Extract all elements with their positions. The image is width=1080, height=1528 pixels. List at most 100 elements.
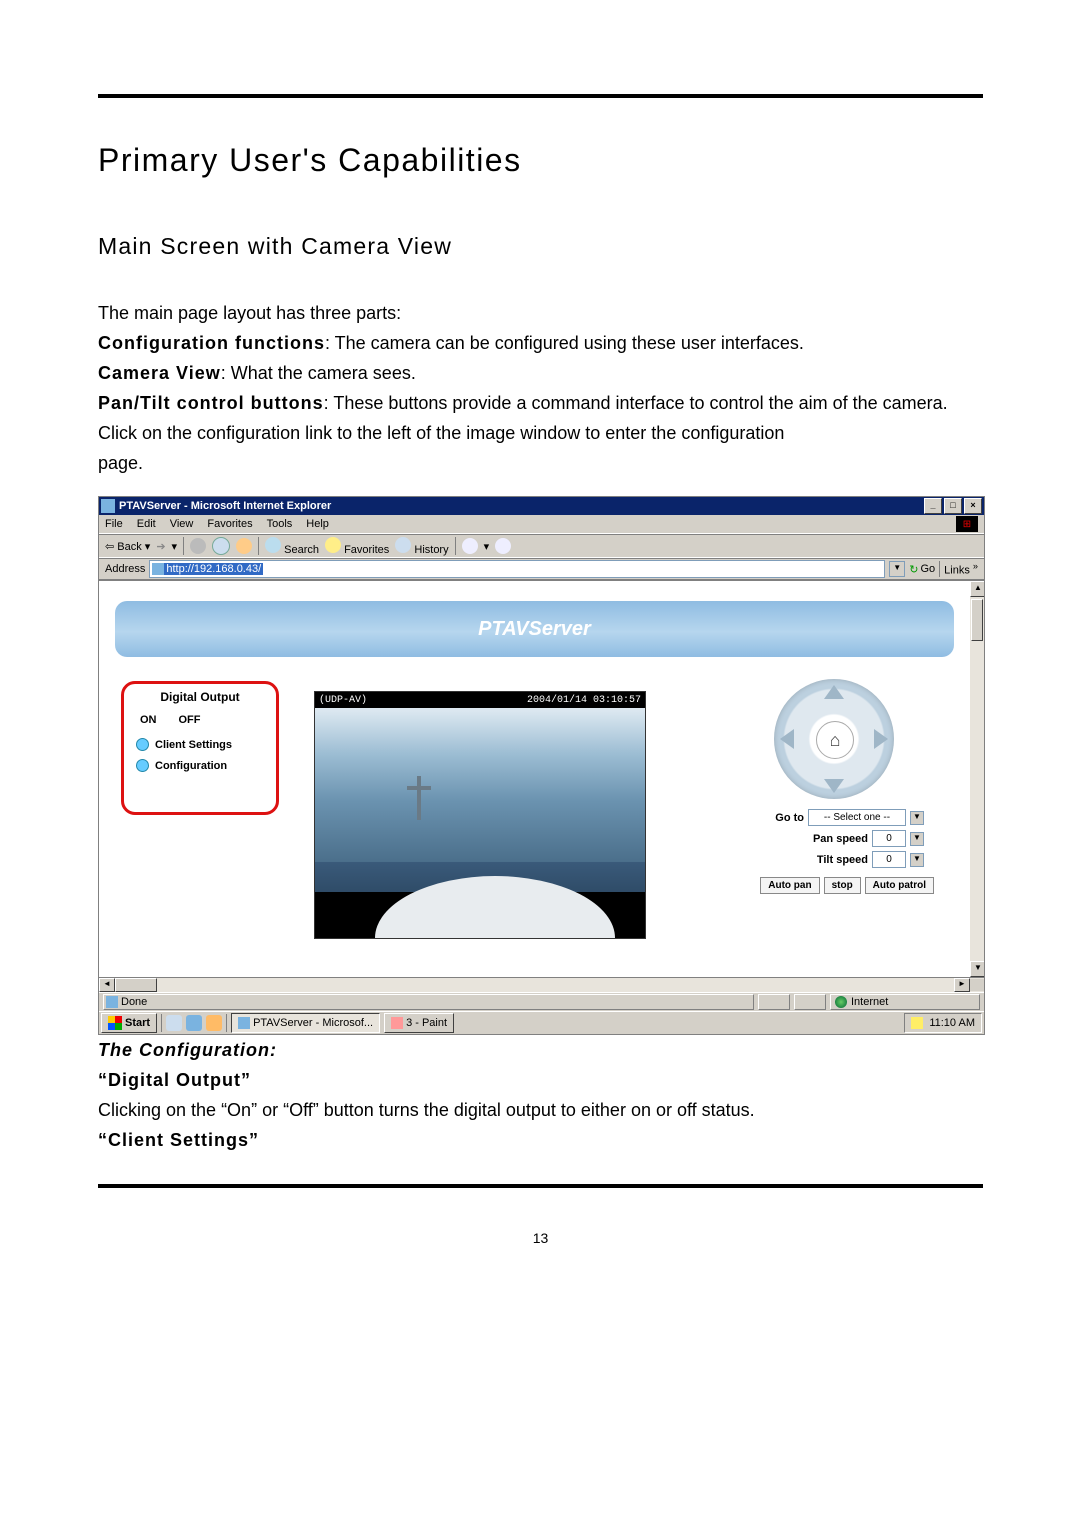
chevron-down-icon[interactable]: ▼ [910,853,924,867]
digital-output-off[interactable]: OFF [175,714,201,726]
stop-button[interactable]: stop [824,877,861,894]
status-cell [794,994,826,1010]
favorites-button[interactable]: Favorites [325,537,389,556]
caption-client-settings-label: “Client Settings” [98,1130,259,1150]
search-icon [265,537,281,553]
config-panel: Digital Output ON OFF Client Settings Co… [121,681,279,815]
client-settings-link[interactable]: Client Settings [124,734,276,755]
go-button[interactable]: ↻Go [909,563,935,576]
toolbar-separator [455,537,456,555]
volume-icon[interactable] [911,1017,923,1029]
scrollbar-thumb[interactable] [115,978,157,992]
goto-select[interactable]: -- Select one -- [808,809,906,826]
address-dropdown-icon[interactable]: ▼ [889,561,905,577]
stop-icon[interactable] [190,538,206,554]
scroll-up-icon[interactable]: ▲ [970,581,984,597]
links-button[interactable]: Links » [939,561,978,577]
part-pantilt-text: : These buttons provide a command interf… [324,393,948,413]
page-number: 13 [98,1230,983,1246]
history-button[interactable]: History [395,537,448,556]
menu-help[interactable]: Help [306,518,329,530]
intro-line: The main page layout has three parts: [98,298,983,328]
taskbar-item-ie[interactable]: PTAVServer - Microsof... [231,1013,380,1033]
configuration-link[interactable]: Configuration [124,755,276,776]
chevron-down-icon[interactable]: ▼ [910,811,924,825]
tilt-up-button[interactable] [824,685,844,699]
camera-view[interactable]: (UDP-AV) 2004/01/14 03:10:57 [314,691,646,939]
part-view-label: Camera View [98,363,221,383]
pan-speed-select[interactable]: 0 [872,830,906,847]
scroll-down-icon[interactable]: ▼ [970,961,984,977]
page-icon [106,996,118,1008]
part-config-text: : The camera can be configured using the… [325,333,804,353]
screenshot-figure: PTAVServer - Microsoft Internet Explorer… [98,496,983,1035]
pan-right-button[interactable] [874,729,888,749]
address-label: Address [105,563,145,575]
pan-left-button[interactable] [780,729,794,749]
scroll-right-icon[interactable]: ► [954,978,970,992]
video-sky [315,708,645,862]
paint-icon [391,1017,403,1029]
status-text: Done [121,996,147,1008]
menu-favorites[interactable]: Favorites [207,518,252,530]
mail-icon[interactable] [462,538,478,554]
goto-label: Go to [775,812,804,824]
maximize-button[interactable]: □ [944,498,962,514]
ie-addressbar: Address http://192.168.0.43/ ▼ ↻Go Links… [99,558,984,580]
minimize-button[interactable]: _ [924,498,942,514]
tilt-down-button[interactable] [824,779,844,793]
digital-output-on[interactable]: ON [136,714,157,726]
search-button[interactable]: Search [265,537,319,556]
ptz-home-button[interactable]: ⌂ [816,721,854,759]
bullet-icon [136,738,149,751]
ptav-banner: PTAVServer [115,601,954,657]
toolbar-separator [183,537,184,555]
ie-titlebar[interactable]: PTAVServer - Microsoft Internet Explorer… [99,497,984,515]
windows-taskbar: Start PTAVServer - Microsof... 3 - Paint [99,1011,984,1034]
refresh-icon[interactable] [212,537,230,555]
ie-logo-icon [238,1017,250,1029]
ie-viewport: PTAVServer Digital Output ON OFF Client … [99,580,984,977]
back-button[interactable]: ⇦ Back ▾ [105,540,150,553]
forward-button[interactable]: ➔ [156,540,165,553]
menu-tools[interactable]: Tools [267,518,293,530]
clock: 11:10 AM [929,1017,975,1029]
ie-statusbar: Done Internet [99,992,984,1011]
favorites-icon [325,537,341,553]
ie-window: PTAVServer - Microsoft Internet Explorer… [98,496,985,1035]
vertical-scrollbar[interactable]: ▲ ▼ [970,581,984,977]
history-icon [395,537,411,553]
scrollbar-thumb[interactable] [971,599,983,641]
print-icon[interactable] [495,538,511,554]
horizontal-scrollbar[interactable]: ◄ ► [99,977,984,992]
intro-text: The main page layout has three parts: Co… [98,298,983,478]
start-button[interactable]: Start [101,1013,157,1033]
menu-file[interactable]: File [105,518,123,530]
address-input[interactable]: http://192.168.0.43/ [149,560,885,578]
close-button[interactable]: × [964,498,982,514]
taskbar-item-paint[interactable]: 3 - Paint [384,1013,454,1033]
caption-block: The Configuration: “Digital Output” Clic… [98,1035,983,1155]
system-tray: 11:10 AM [904,1013,982,1033]
ie-menubar: File Edit View Favorites Tools Help ⊞ [99,515,984,534]
quicklaunch-ie-icon[interactable] [186,1015,202,1031]
tilt-speed-select[interactable]: 0 [872,851,906,868]
video-cross [407,776,431,820]
home-icon[interactable] [236,538,252,554]
digital-output-heading: Digital Output [124,684,276,712]
ptz-pad: ⌂ [774,679,894,799]
quicklaunch-desktop-icon[interactable] [166,1015,182,1031]
chevron-down-icon[interactable]: ▼ [910,832,924,846]
auto-pan-button[interactable]: Auto pan [760,877,819,894]
scroll-left-icon[interactable]: ◄ [99,978,115,992]
page-title: Primary User's Capabilities [98,142,983,179]
stream-protocol-label: (UDP-AV) [319,695,367,706]
quicklaunch-outlook-icon[interactable] [206,1015,222,1031]
menu-view[interactable]: View [170,518,194,530]
windows-logo-icon [108,1016,122,1030]
auto-patrol-button[interactable]: Auto patrol [865,877,934,894]
menu-edit[interactable]: Edit [137,518,156,530]
toolbar-separator [258,537,259,555]
caption-digital-output-label: “Digital Output” [98,1070,251,1090]
part-config-label: Configuration functions [98,333,325,353]
